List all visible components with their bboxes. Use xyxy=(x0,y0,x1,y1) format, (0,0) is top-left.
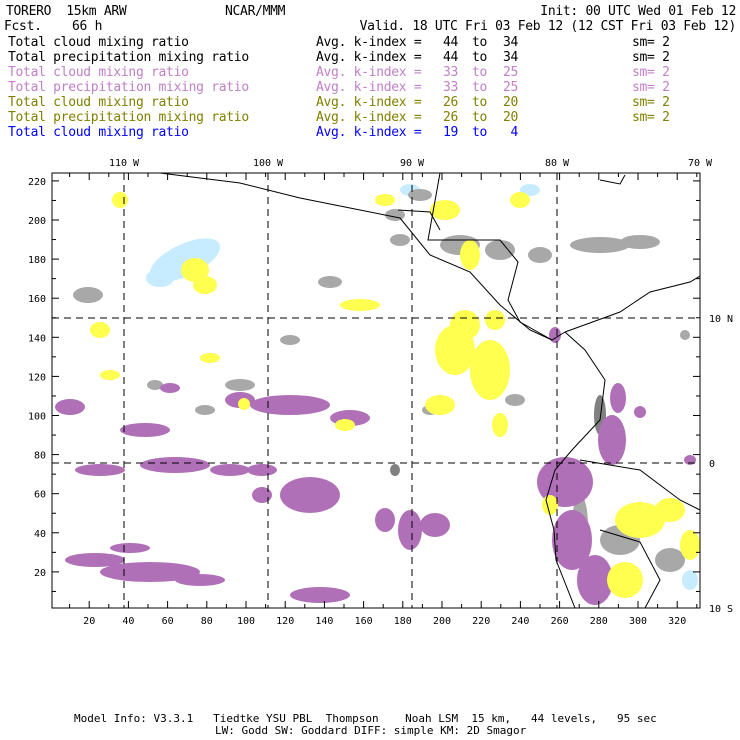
x-tick-label: 220 xyxy=(472,616,490,627)
longitude-label: 90 W xyxy=(400,158,425,169)
y-tick-label: 100 xyxy=(28,412,46,423)
x-tick-label: 20 xyxy=(83,616,95,627)
y-tick-label: 160 xyxy=(28,294,46,305)
x-tick-label: 200 xyxy=(433,616,451,627)
y-tick-label: 200 xyxy=(28,216,46,227)
x-tick-label: 60 xyxy=(162,616,174,627)
y-tick-label: 20 xyxy=(34,568,46,579)
latitude-label: 10 S xyxy=(709,604,733,615)
longitude-label: 70 W xyxy=(688,158,713,169)
map-plot: 20 40 60 80 100 120 140 160 180 200 220 240 260 280 30… xyxy=(28,158,733,627)
y-tick-label: 60 xyxy=(34,490,46,501)
model-info-line2: LW: Godd SW: Goddard DIFF: simple KM: 2D… xyxy=(215,724,527,737)
x-tick-label: 40 xyxy=(122,616,134,627)
latitude-label: 0 xyxy=(709,459,715,470)
x-tick-label: 180 xyxy=(394,616,412,627)
x-tick-label: 140 xyxy=(315,616,333,627)
y-tick-label: 120 xyxy=(28,372,46,383)
x-tick-label: 320 xyxy=(668,616,686,627)
purple-cloud-areas xyxy=(55,327,696,605)
x-tick-label: 260 xyxy=(551,616,569,627)
latitude-label: 10 N xyxy=(709,314,733,325)
axis-ticks: 20 40 60 80 100 120 140 160 180 200 220 240 260 280 30… xyxy=(28,158,733,627)
longitude-label: 110 W xyxy=(109,158,140,169)
y-tick-label: 80 xyxy=(34,451,46,462)
y-tick-label: 180 xyxy=(28,255,46,266)
y-tick-label: 220 xyxy=(28,177,46,188)
x-tick-label: 80 xyxy=(201,616,213,627)
field-layer xyxy=(55,173,700,608)
x-tick-label: 280 xyxy=(590,616,608,627)
longitude-label: 100 W xyxy=(253,158,284,169)
y-tick-label: 140 xyxy=(28,333,46,344)
longitude-label: 80 W xyxy=(545,158,570,169)
x-tick-label: 160 xyxy=(355,616,373,627)
x-tick-label: 120 xyxy=(276,616,294,627)
x-tick-label: 300 xyxy=(629,616,647,627)
x-tick-label: 240 xyxy=(511,616,529,627)
y-tick-label: 40 xyxy=(34,529,46,540)
x-tick-label: 100 xyxy=(237,616,255,627)
